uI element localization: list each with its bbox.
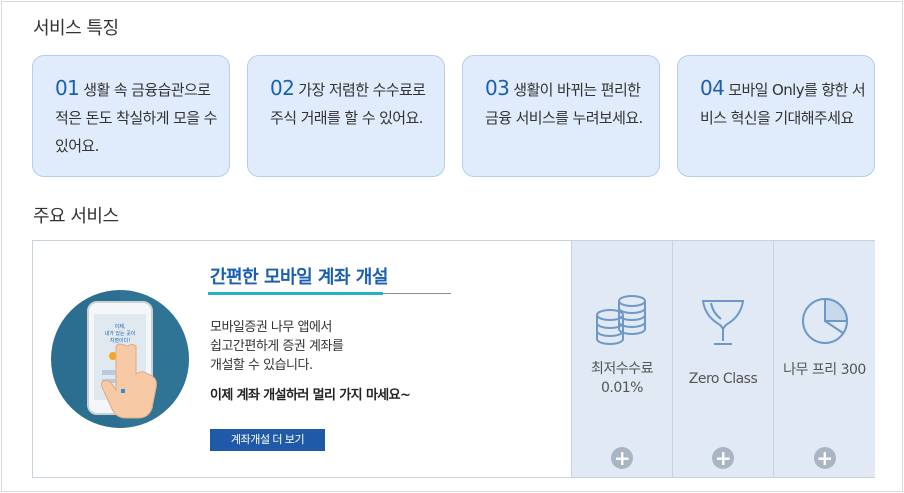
pie-chart-icon bbox=[801, 297, 848, 344]
coins-icon bbox=[596, 295, 646, 345]
promo-underline bbox=[208, 292, 383, 295]
plus-icon[interactable]: + bbox=[712, 447, 734, 469]
service-namu-free-300[interactable]: 나무 프리 300 + bbox=[773, 241, 875, 477]
feature-card-4: 04 모바일 Only를 향한 서비스 혁신을 기대해주세요 bbox=[677, 55, 875, 177]
feature-card-2: 02 가장 저렴한 수수료로 주식 거래를 할 수 있어요. bbox=[247, 55, 445, 177]
feature-card-3: 03 생활이 바뀌는 편리한 금융 서비스를 누려보세요. bbox=[462, 55, 660, 177]
features-title: 서비스 특징 bbox=[33, 18, 119, 39]
service-label-line-2: 0.01% bbox=[601, 380, 643, 396]
services-title: 주요 서비스 bbox=[33, 206, 119, 227]
promo-desc-line-2: 쉽고간편하게 증권 계좌를 bbox=[210, 339, 344, 354]
feature-number: 01 bbox=[55, 76, 80, 100]
promo-desc-line-1: 모바일증권 나무 앱에서 bbox=[210, 320, 332, 335]
plus-icon[interactable]: + bbox=[611, 447, 633, 469]
main-services-box: 이제, 내가 있는 곳이 지점이다! 간편한 모바일 계좌 개설 모바일증권 나… bbox=[32, 240, 875, 478]
feature-text: 생활 속 금융습관으로 적은 돈도 착실하게 모을 수 있어요. bbox=[55, 81, 217, 155]
service-label: 최저수수료 0.01% bbox=[572, 360, 672, 398]
service-label: 나무 프리 300 bbox=[783, 362, 866, 378]
feature-card-1: 01 생활 속 금융습관으로 적은 돈도 착실하게 모을 수 있어요. bbox=[32, 55, 230, 177]
plus-icon[interactable]: + bbox=[813, 447, 836, 469]
service-zero-class[interactable]: Zero Class + bbox=[672, 241, 773, 477]
service-label: Zero Class bbox=[688, 371, 758, 387]
feature-number: 04 bbox=[700, 76, 725, 100]
open-account-button[interactable]: 계좌개설 더 보기 bbox=[210, 429, 325, 451]
feature-text: 모바일 Only를 향한 서비스 혁신을 기대해주세요 bbox=[700, 81, 866, 127]
feature-number: 02 bbox=[270, 76, 295, 100]
service-lowest-fee[interactable]: 최저수수료 0.01% + bbox=[571, 241, 672, 477]
service-label-line-1: 최저수수료 bbox=[591, 361, 653, 377]
promo-desc-line-3: 개설할 수 있습니다. bbox=[210, 358, 313, 373]
phone-line-1: 이제, bbox=[115, 323, 126, 330]
feature-number: 03 bbox=[485, 76, 510, 100]
promo-description: 모바일증권 나무 앱에서 쉽고간편하게 증권 계좌를 개설할 수 있습니다. bbox=[210, 318, 344, 375]
mobile-account-illustration: 이제, 내가 있는 곳이 지점이다! bbox=[51, 290, 189, 428]
phone-line-2: 내가 있는 곳이 bbox=[105, 330, 136, 337]
promo-title: 간편한 모바일 계좌 개설 bbox=[210, 267, 388, 288]
phone-line-3: 지점이다! bbox=[110, 337, 130, 344]
promo-highlight: 이제 계좌 개설하러 멀리 가지 마세요~ bbox=[210, 388, 411, 403]
trophy-icon bbox=[701, 300, 745, 345]
